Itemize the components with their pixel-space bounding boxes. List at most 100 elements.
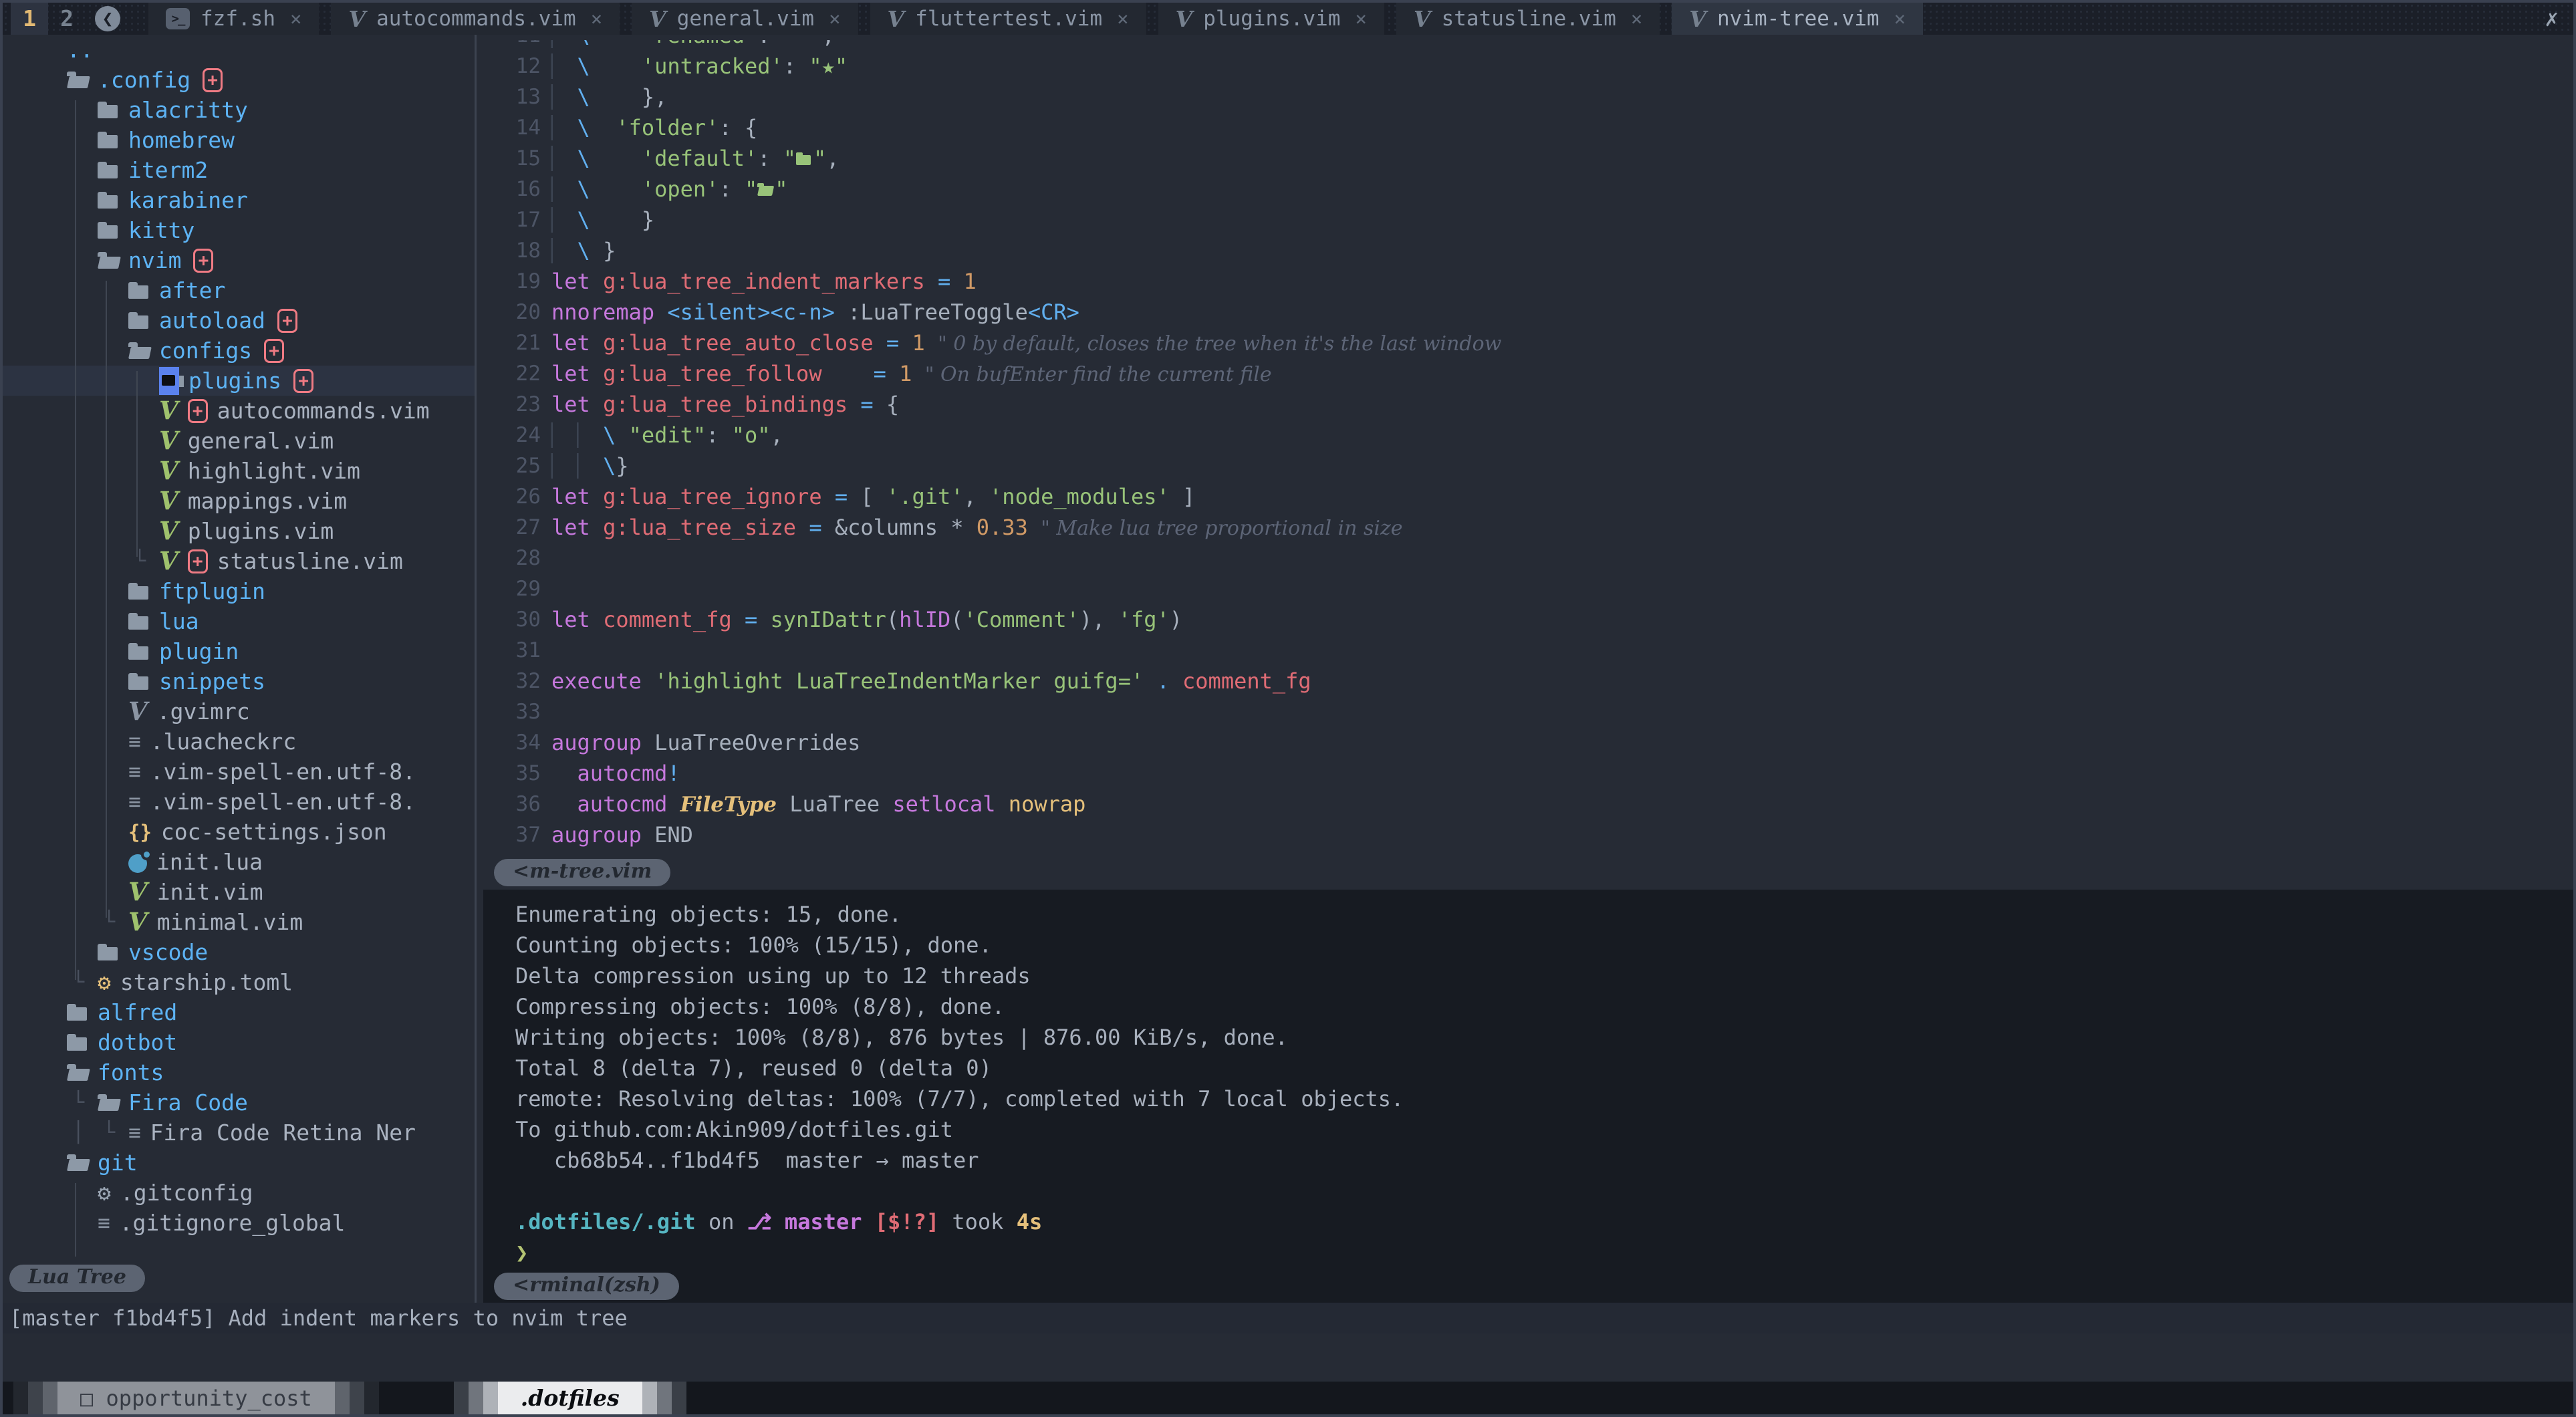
tree-row-mappings.vim[interactable]: Vmappings.vim xyxy=(3,486,475,516)
tab-statusline.vim[interactable]: Vstatusline.vim× xyxy=(1396,3,1660,35)
session-tab-1[interactable]: 1 xyxy=(11,3,48,35)
editor-line-11[interactable]: 11▏ \ 'renamed': "➜", xyxy=(477,40,2573,51)
editor-line-37[interactable]: 37augroup END xyxy=(477,819,2573,850)
tab-close-icon[interactable]: × xyxy=(1631,7,1642,30)
session-tab-2[interactable]: 2 xyxy=(48,3,86,35)
tree-row-.gitconfig[interactable]: ⚙.gitconfig xyxy=(3,1178,475,1208)
editor-line-30[interactable]: 30let comment_fg = synIDattr(hlID('Comme… xyxy=(477,604,2573,635)
editor-buffer[interactable]: 11▏ \ 'renamed': "➜",12▏ \ 'untracked': … xyxy=(477,35,2573,895)
tree-row-vscode[interactable]: vscode xyxy=(3,937,475,967)
tmux-status-bar: □ opportunity_cost .dotfiles xyxy=(3,1382,2573,1414)
prompt-cursor-line[interactable]: ❯ xyxy=(483,1237,2573,1268)
editor-line-35[interactable]: 35 autocmd! xyxy=(477,758,2573,789)
tree-row-configs[interactable]: configs+ xyxy=(3,336,475,366)
code-text: ▏ \ }, xyxy=(551,82,667,112)
tree-row-Fira-Code[interactable]: └Fira Code xyxy=(3,1087,475,1118)
tree-row-plugins[interactable]: plugins+ xyxy=(3,366,475,396)
tab-close-icon[interactable]: × xyxy=(290,7,301,30)
editor-line-20[interactable]: 20nnoremap <silent><c-n> :LuaTreeToggle<… xyxy=(477,297,2573,328)
tab-close-icon[interactable]: × xyxy=(1356,7,1367,30)
editor-line-18[interactable]: 18▏ \ } xyxy=(477,235,2573,266)
tab-general.vim[interactable]: Vgeneral.vim× xyxy=(632,3,858,35)
close-icon[interactable]: ✗ xyxy=(2545,3,2559,35)
editor-line-19[interactable]: 19let g:lua_tree_indent_markers = 1 xyxy=(477,266,2573,297)
tree-row-init.vim[interactable]: Vinit.vim xyxy=(3,877,475,907)
tree-row-plugins.vim[interactable]: Vplugins.vim xyxy=(3,516,475,546)
editor-line-33[interactable]: 33 xyxy=(477,696,2573,727)
code-text: let g:lua_tree_follow = 1 " On bufEnter … xyxy=(551,358,1272,389)
tree-item-label: init.lua xyxy=(156,849,263,875)
tree-row-statusline.vim[interactable]: └V+statusline.vim xyxy=(3,546,475,576)
tab-plugins.vim[interactable]: Vplugins.vim× xyxy=(1158,3,1384,35)
tree-row-.vim-spell-en.utf-8.[interactable]: ≡.vim-spell-en.utf-8. xyxy=(3,787,475,817)
terminal-split[interactable]: <rminal(zsh) Enumerating objects: 15, do… xyxy=(483,890,2573,1303)
editor-line-36[interactable]: 36 autocmd FileType LuaTree setlocal now… xyxy=(477,789,2573,819)
tree-row-coc-settings.json[interactable]: {}coc-settings.json xyxy=(3,817,475,847)
tab-close-icon[interactable]: × xyxy=(591,7,602,30)
tree-row-snippets[interactable]: snippets xyxy=(3,666,475,696)
tmux-window-.dotfiles[interactable]: .dotfiles xyxy=(454,1382,686,1414)
tree-row-.gvimrc[interactable]: V.gvimrc xyxy=(3,696,475,727)
editor-line-29[interactable]: 29 xyxy=(477,573,2573,604)
app-window: 12 ❮ >_fzf.sh× Vautocommands.vim× Vgeneral… xyxy=(0,0,2576,1417)
editor-line-14[interactable]: 14▏ \ 'folder': { xyxy=(477,112,2573,143)
tree-row-dotbot[interactable]: dotbot xyxy=(3,1027,475,1057)
tree-row-.config[interactable]: .config+ xyxy=(3,65,475,95)
tree-row-starship.toml[interactable]: └⚙starship.toml xyxy=(3,967,475,997)
tree-row-Fira-Code-Retina-Ner[interactable]: │└≡Fira Code Retina Ner xyxy=(3,1118,475,1148)
tree-row-karabiner[interactable]: karabiner xyxy=(3,185,475,215)
tree-row-after[interactable]: after xyxy=(3,275,475,305)
tree-row-kitty[interactable]: kitty xyxy=(3,215,475,245)
editor-line-17[interactable]: 17▏ \ } xyxy=(477,205,2573,235)
editor-line-25[interactable]: 25▏ ▏ \} xyxy=(477,450,2573,481)
editor-line-13[interactable]: 13▏ \ }, xyxy=(477,82,2573,112)
editor-line-34[interactable]: 34augroup LuaTreeOverrides xyxy=(477,727,2573,758)
editor-line-23[interactable]: 23let g:lua_tree_bindings = { xyxy=(477,389,2573,420)
tree-row-init.lua[interactable]: init.lua xyxy=(3,847,475,877)
tab-fluttertest.vim[interactable]: Vfluttertest.vim× xyxy=(870,3,1146,35)
editor-line-15[interactable]: 15▏ \ 'default': "", xyxy=(477,143,2573,174)
tab-fzf.sh[interactable]: >_fzf.sh× xyxy=(148,3,319,35)
json-file-icon: {} xyxy=(128,821,152,844)
tree-row-general.vim[interactable]: Vgeneral.vim xyxy=(3,426,475,456)
tree-row-alfred[interactable]: alfred xyxy=(3,997,475,1027)
file-tree-panel[interactable]: ...config+alacrittyhomebrewiterm2karabin… xyxy=(3,35,475,1303)
tree-row-lua[interactable]: lua xyxy=(3,606,475,636)
editor-line-21[interactable]: 21let g:lua_tree_auto_close = 1 " 0 by d… xyxy=(477,328,2573,358)
tree-row-.gitignore-global[interactable]: ≡.gitignore_global xyxy=(3,1208,475,1238)
back-circle-icon[interactable]: ❮ xyxy=(95,6,120,31)
tree-item-label: lua xyxy=(159,608,199,634)
tree-row-autocommands.vim[interactable]: V+autocommands.vim xyxy=(3,396,475,426)
tree-row-autoload[interactable]: autoload+ xyxy=(3,305,475,336)
tree-row-homebrew[interactable]: homebrew xyxy=(3,125,475,155)
tree-row-plugin[interactable]: plugin xyxy=(3,636,475,666)
tab-nvim-tree.vim[interactable]: Vnvim-tree.vim× xyxy=(1672,3,1923,35)
editor-line-12[interactable]: 12▏ \ 'untracked': "★" xyxy=(477,51,2573,82)
editor-line-24[interactable]: 24▏ ▏ \ "edit": "o", xyxy=(477,420,2573,450)
editor-line-28[interactable]: 28 xyxy=(477,543,2573,573)
editor-line-27[interactable]: 27let g:lua_tree_size = &columns * 0.33 … xyxy=(477,512,2573,543)
tree-row-.vim-spell-en.utf-8.[interactable]: ≡.vim-spell-en.utf-8. xyxy=(3,757,475,787)
tree-row-iterm2[interactable]: iterm2 xyxy=(3,155,475,185)
tree-row-fonts[interactable]: fonts xyxy=(3,1057,475,1087)
tree-row-git[interactable]: git xyxy=(3,1148,475,1178)
tree-row-nvim[interactable]: nvim+ xyxy=(3,245,475,275)
tree-row-minimal.vim[interactable]: └Vminimal.vim xyxy=(3,907,475,937)
tab-close-icon[interactable]: × xyxy=(829,7,840,30)
tree-row-ftplugin[interactable]: ftplugin xyxy=(3,576,475,606)
editor-line-31[interactable]: 31 xyxy=(477,635,2573,666)
editor-line-22[interactable]: 22let g:lua_tree_follow = 1 " On bufEnte… xyxy=(477,358,2573,389)
tree-row-highlight.vim[interactable]: Vhighlight.vim xyxy=(3,456,475,486)
tab-close-icon[interactable]: × xyxy=(1117,7,1128,30)
tree-row-alacritty[interactable]: alacritty xyxy=(3,95,475,125)
vim-file-icon: V xyxy=(159,459,178,483)
tree-row-..[interactable]: .. xyxy=(3,35,475,65)
tree-row-.luacheckrc[interactable]: ≡.luacheckrc xyxy=(3,727,475,757)
tmux-window-opportunity_cost[interactable]: □ opportunity_cost xyxy=(13,1382,379,1414)
tab-close-icon[interactable]: × xyxy=(1894,7,1906,30)
editor-line-26[interactable]: 26let g:lua_tree_ignore = [ '.git', 'nod… xyxy=(477,481,2573,512)
line-number: 27 xyxy=(477,512,551,543)
editor-line-16[interactable]: 16▏ \ 'open': "" xyxy=(477,174,2573,205)
editor-line-32[interactable]: 32execute 'highlight LuaTreeIndentMarker… xyxy=(477,666,2573,696)
tab-autocommands.vim[interactable]: Vautocommands.vim× xyxy=(331,3,620,35)
